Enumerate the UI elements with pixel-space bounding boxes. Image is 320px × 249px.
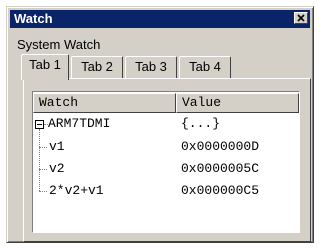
tab-1-label: Tab 1 <box>29 57 61 72</box>
row-value: 0x0000000D <box>181 139 260 154</box>
watch-window: Watch System Watch Tab 1 Tab 2 Tab 3 Tab… <box>6 6 314 243</box>
column-header-value[interactable]: Value <box>176 93 299 113</box>
row-value: 0x000000C5 <box>181 183 260 198</box>
tree-line-branch <box>39 169 47 170</box>
row-name[interactable]: 2*v2+v1 <box>49 183 104 199</box>
watch-list[interactable]: Watch Value ARM7TDMI {...} v1 0x0000000D… <box>32 91 300 233</box>
tab-2-label: Tab 2 <box>81 59 113 74</box>
tab-4-label: Tab 4 <box>189 59 221 74</box>
group-label: System Watch <box>17 37 101 52</box>
row-name[interactable]: ARM7TDMI <box>48 116 110 132</box>
column-header-value-label: Value <box>182 95 222 110</box>
tab-2[interactable]: Tab 2 <box>71 56 123 78</box>
column-header-watch[interactable]: Watch <box>33 93 176 113</box>
collapse-minus-icon[interactable] <box>35 120 44 129</box>
close-button[interactable] <box>294 12 308 24</box>
tree-line-branch <box>39 191 47 192</box>
tree-line-vertical <box>39 129 40 191</box>
tab-panel: Watch Value ARM7TDMI {...} v1 0x0000000D… <box>23 78 311 242</box>
tree-line-branch <box>39 147 47 148</box>
row-name[interactable]: v1 <box>49 139 65 155</box>
close-icon <box>297 14 305 22</box>
column-header-watch-label: Watch <box>39 95 79 110</box>
tab-3-label: Tab 3 <box>135 59 167 74</box>
tab-3[interactable]: Tab 3 <box>125 56 177 78</box>
row-value: 0x0000005C <box>181 161 260 176</box>
title-bar[interactable]: Watch <box>10 10 310 28</box>
tab-4[interactable]: Tab 4 <box>179 56 231 78</box>
row-value: {...} <box>181 116 221 131</box>
row-name[interactable]: v2 <box>49 161 65 177</box>
window-title: Watch <box>14 11 53 26</box>
tab-1[interactable]: Tab 1 <box>21 54 69 80</box>
